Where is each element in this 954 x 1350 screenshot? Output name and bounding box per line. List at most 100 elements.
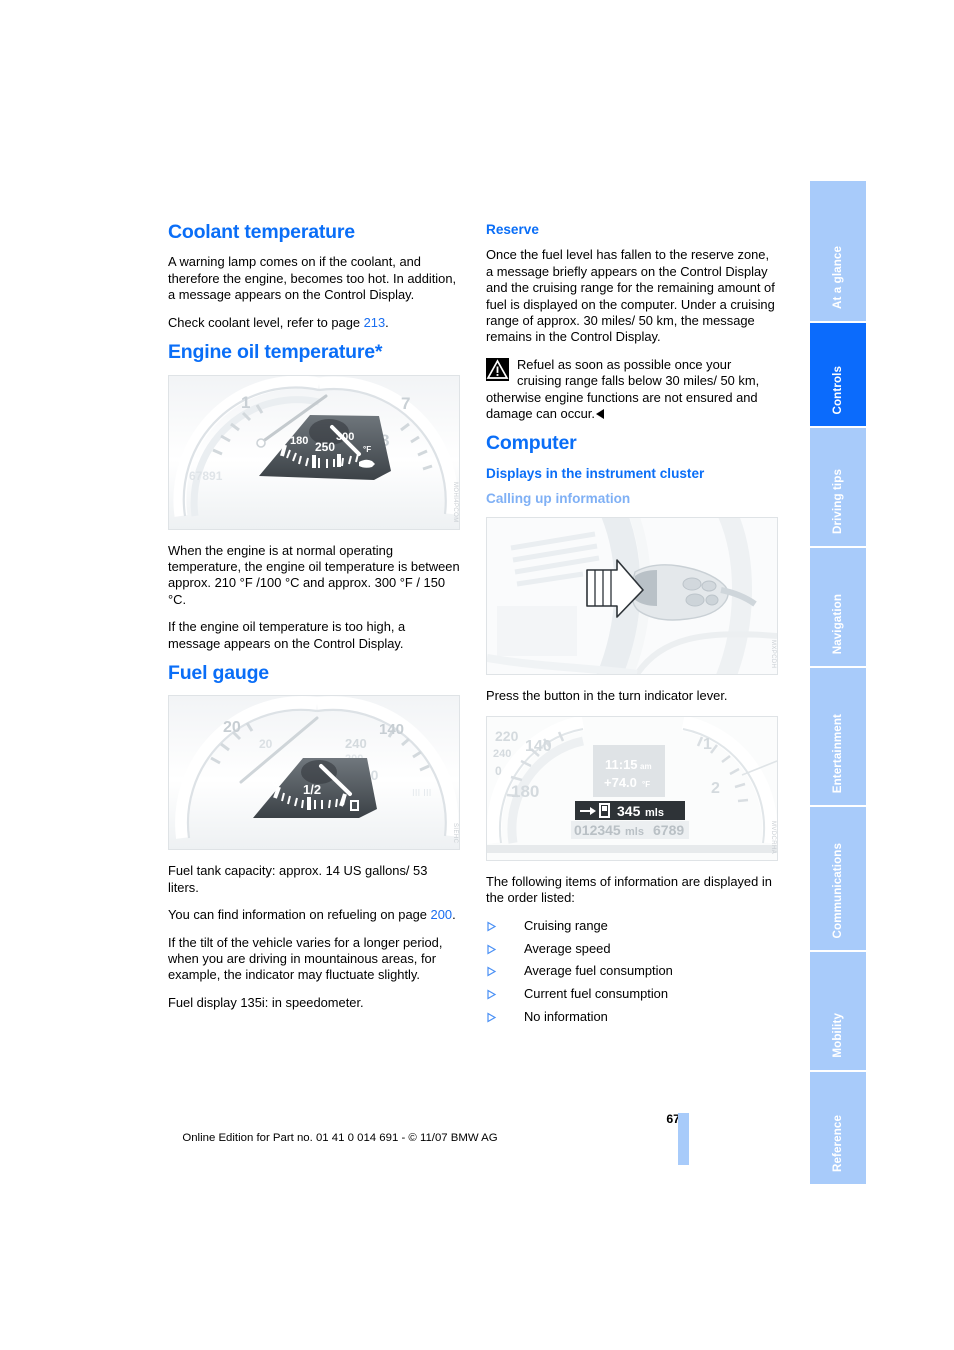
tab-label: Communications: [831, 842, 844, 938]
fuel-gauge-paragraph-4: Fuel display 135i: in speedometer.: [168, 994, 364, 1010]
triangle-bullet-icon: [487, 1012, 497, 1023]
figure-engine-oil-temperature-gauge: 1 7 8 67891 180 250 300 °F MOHI4PCOM: [168, 374, 460, 530]
list-item: Average fuel consumption: [486, 963, 778, 979]
fuel-ref-prefix: You can find information on refueling on…: [168, 907, 431, 923]
svg-text:140: 140: [525, 738, 552, 755]
figure-fuel-gauge: 20 20 240 140 160 200 III III: [168, 695, 460, 851]
heading-coolant-temperature: Coolant temperature: [168, 221, 355, 243]
figure-code-fuel-gauge: SIEHC: [452, 823, 458, 844]
list-item-label: Cruising range: [524, 917, 608, 933]
svg-text:°F: °F: [642, 780, 650, 789]
list-item: Cruising range: [486, 918, 778, 934]
fuel-gauge-paragraph-3: If the tilt of the vehicle varies for a …: [168, 934, 443, 983]
svg-text:1: 1: [241, 393, 250, 412]
tab-mobility[interactable]: Mobility: [810, 952, 866, 1070]
svg-text:mls: mls: [645, 807, 664, 819]
tab-at-a-glance[interactable]: At a glance: [810, 181, 866, 321]
tab-label: Driving tips: [831, 469, 844, 534]
list-item-label: No information: [524, 1009, 608, 1025]
svg-text:180: 180: [290, 435, 308, 447]
computer-list-intro: The following items of information are d…: [486, 873, 772, 906]
svg-text:20: 20: [259, 737, 273, 751]
footer-accent-bar: [678, 1113, 689, 1165]
warning-note-refuel: Refuel as soon as possible once your cru…: [486, 357, 778, 423]
figure-code-lever: MXPCDH: [770, 640, 776, 669]
list-item: Average speed: [486, 941, 778, 957]
page-number: 67: [666, 1112, 680, 1126]
engine-oil-gauge-illustration: 1 7 8 67891 180 250 300 °F: [169, 375, 459, 529]
manual-page: Coolant temperature A warning lamp comes…: [0, 0, 954, 1350]
heading-computer: Computer: [486, 432, 577, 455]
svg-text:180: 180: [511, 782, 539, 801]
fuel-gauge-paragraph-1: Fuel tank capacity: approx. 14 US gallon…: [168, 863, 428, 895]
svg-text:240: 240: [493, 748, 511, 760]
triangle-bullet-icon: [487, 966, 497, 978]
tab-reference[interactable]: Reference: [810, 1072, 866, 1184]
tab-label: Reference: [831, 1115, 844, 1172]
heading-displays-in-instrument-cluster: Displays in the instrument cluster: [486, 465, 705, 481]
svg-text:11:15: 11:15: [605, 757, 638, 772]
caption-press-button: Press the button in the turn indicator l…: [486, 688, 728, 704]
svg-text:1: 1: [703, 736, 712, 753]
warning-note-text: Refuel as soon as possible once your cru…: [486, 356, 760, 421]
svg-text:20: 20: [223, 719, 241, 736]
triangle-bullet-icon: [487, 989, 497, 1000]
list-item: No information: [486, 1009, 778, 1025]
heading-reserve: Reserve: [486, 222, 539, 237]
instrument-cluster-illustration: 220 240 140 0 180 1 2 11:15 am +74.0 °F: [487, 716, 777, 860]
tab-label: Mobility: [831, 1013, 844, 1058]
heading-calling-up-information: Calling up information: [486, 491, 631, 507]
page-reference-200[interactable]: 200: [431, 907, 453, 922]
reserve-paragraph-1: Once the fuel level has fallen to the re…: [486, 247, 775, 345]
footer-edition-line: Online Edition for Part no. 01 41 0 014 …: [182, 1132, 498, 1144]
svg-text:7: 7: [401, 394, 410, 413]
list-item: Current fuel consumption: [486, 986, 778, 1002]
coolant-paragraph-2: Check coolant level, refer to page 213.: [168, 315, 460, 331]
svg-text:1/2: 1/2: [303, 782, 321, 797]
warning-triangle-icon: [486, 357, 509, 381]
svg-text:+74.0: +74.0: [604, 775, 637, 790]
engine-oil-paragraph-2: If the engine oil temperature is too hig…: [168, 619, 406, 651]
tab-navigation[interactable]: Navigation: [810, 548, 866, 666]
figure-code-cluster: MVDCRHA: [770, 820, 776, 854]
tab-label: Navigation: [831, 593, 844, 654]
svg-text:6789: 6789: [653, 822, 684, 838]
svg-text:345: 345: [617, 803, 641, 819]
tab-entertainment[interactable]: Entertainment: [810, 668, 866, 805]
tab-label: Entertainment: [831, 713, 844, 793]
svg-text:220: 220: [495, 728, 519, 744]
svg-text:140: 140: [379, 721, 404, 738]
svg-text:240: 240: [345, 736, 367, 751]
figure-instrument-cluster-display: 220 240 140 0 180 1 2 11:15 am +74.0 °F: [486, 715, 778, 861]
section-tabs: At a glance Controls Driving tips Naviga…: [810, 181, 866, 1186]
svg-text:2: 2: [711, 780, 720, 797]
svg-text:0: 0: [272, 775, 279, 789]
left-column: Coolant temperature A warning lamp comes…: [168, 221, 460, 1011]
tab-driving-tips[interactable]: Driving tips: [810, 428, 866, 546]
figure-turn-indicator-lever: MXPCDH: [486, 517, 778, 676]
tab-communications[interactable]: Communications: [810, 807, 866, 950]
computer-information-list: Cruising range Average speed Average fue…: [486, 918, 778, 1026]
tab-controls[interactable]: Controls: [810, 323, 866, 426]
end-of-note-marker: [595, 408, 604, 419]
right-column: Reserve Once the fuel level has fallen t…: [486, 222, 778, 1032]
fuel-gauge-illustration: 20 20 240 140 160 200 III III: [169, 696, 459, 850]
triangle-bullet-icon: [487, 944, 497, 955]
svg-text:250: 250: [315, 440, 335, 454]
list-item-label: Current fuel consumption: [524, 986, 669, 1002]
svg-text:67891: 67891: [189, 469, 223, 483]
heading-engine-oil-temperature: Engine oil temperature*: [168, 341, 383, 364]
tab-label: At a glance: [831, 246, 844, 309]
page-reference-213[interactable]: 213: [364, 315, 386, 330]
svg-text:0: 0: [495, 764, 502, 778]
heading-fuel-gauge: Fuel gauge: [168, 661, 269, 684]
fuel-gauge-paragraph-2: You can find information on refueling on…: [168, 907, 460, 923]
turn-indicator-lever-illustration: [487, 518, 777, 675]
coolant-paragraph-1: A warning lamp comes on if the coolant, …: [168, 254, 457, 303]
engine-oil-paragraph-1: When the engine is at normal operating t…: [168, 542, 460, 607]
svg-text:mls: mls: [625, 826, 644, 838]
coolant-ref-prefix: Check coolant level, refer to page: [168, 314, 364, 330]
coolant-ref-suffix: .: [385, 314, 389, 330]
figure-code-engine-oil: MOHI4PCOM: [452, 481, 458, 523]
list-item-label: Average speed: [524, 940, 611, 956]
